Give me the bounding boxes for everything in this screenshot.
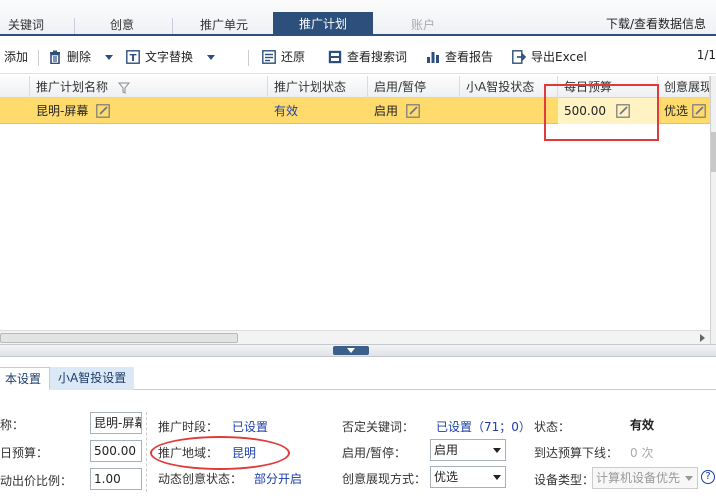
horizontal-scrollbar[interactable] [0,330,710,344]
column-divider [146,412,147,492]
header-checkbox-column [0,76,30,98]
edit-icon[interactable] [96,104,111,118]
tab-smart-settings[interactable]: 小A智投设置 [50,367,135,390]
campaign-name: 昆明-屏幕 [36,104,89,118]
budget-field[interactable]: 500.00 [90,440,142,462]
export-excel-button[interactable]: 导出Excel [512,48,587,66]
tab-divider [74,18,75,34]
device-type-selected: 计算机设备优先 [596,471,681,485]
svg-text:T: T [130,53,137,64]
header-creative-display[interactable]: 创意展现 [658,76,710,98]
settings-form: 称： 昆明-屏幕 日预算： 500.00 动出价比例： 1.00 推广时段： 已… [0,392,716,498]
toolbar-divider [38,50,39,66]
negative-keywords-label: 否定关键词： [342,420,415,434]
status-label: 状态： [534,420,571,434]
tab-divider [172,18,173,34]
restore-button[interactable]: 还原 [262,48,305,66]
scroll-right-icon[interactable] [697,333,707,343]
chevron-down-icon[interactable] [105,54,114,60]
negative-keywords-link[interactable]: 已设置（71；0） [436,418,531,435]
help-icon[interactable]: ? [701,470,715,484]
edit-icon[interactable] [692,104,706,118]
add-button[interactable]: 添加 [4,48,28,66]
search-terms-icon [328,50,342,64]
header-campaign-name-label: 推广计划名称 [36,80,109,94]
restore-label: 还原 [281,50,306,64]
highlight-rectangle [544,84,659,141]
tab-creatives[interactable]: 创意 [86,14,158,36]
replace-text-label: 文字替换 [145,50,194,64]
creative-display-select[interactable]: 优选 [430,466,506,488]
cell-campaign-name[interactable]: 昆明-屏幕 [30,98,268,124]
creative-display-selected: 优选 [434,470,459,484]
add-label: 添加 [4,50,29,64]
view-report-label: 查看报告 [445,50,494,64]
top-tab-bar: 关键词 创意 推广单元 推广计划 账户 下载/查看数据信息 [0,0,716,36]
enable-pause-value: 启用 [374,104,399,118]
bid-ratio-label: 动出价比例： [0,474,73,488]
bar-chart-icon [427,52,439,63]
tab-basic-settings[interactable]: 本设置 [0,367,51,390]
pager: 1/1 [696,48,716,62]
replace-text-button[interactable]: T 文字替换 [126,48,216,66]
export-excel-label: 导出Excel [531,50,587,64]
chevron-down-icon [493,475,501,480]
enable-pause-selected: 启用 [434,443,459,457]
schedule-link[interactable]: 已设置 [232,418,268,435]
cell-enable-pause[interactable]: 启用 [368,98,460,124]
name-field[interactable]: 昆明-屏幕 [90,412,142,434]
panel-splitter[interactable] [0,344,716,357]
budget-label: 日预算： [0,446,49,460]
budget-offline-value: 0 次 [630,446,654,460]
dynamic-creative-label: 动态创意状态： [158,472,243,486]
scroll-thumb[interactable] [0,333,238,343]
toolbar-divider [248,50,249,66]
delete-button[interactable]: 删除 [48,48,114,66]
search-terms-button[interactable]: 查看搜索词 [328,48,407,66]
tab-ad-groups[interactable]: 推广单元 [184,14,264,36]
header-enable-pause[interactable]: 启用/暂停 [368,76,460,98]
name-label: 称： [0,418,25,432]
status-value: 有效 [630,418,655,432]
header-campaign-name[interactable]: 推广计划名称 [30,76,268,98]
chevron-down-icon [493,448,501,453]
creative-display-value: 优选 [664,104,689,118]
trash-icon [50,50,60,64]
chevron-down-icon[interactable] [207,54,216,60]
view-report-button[interactable]: 查看报告 [426,48,493,66]
creative-display-label: 创意展现方式： [342,472,427,486]
tab-account[interactable]: 账户 [388,14,458,36]
export-icon [512,50,526,64]
enable-pause-select[interactable]: 启用 [430,439,506,461]
cell-creative-display[interactable]: 优选 [658,98,712,124]
device-type-select[interactable]: 计算机设备优先 [592,467,698,489]
device-type-label: 设备类型： [534,473,595,487]
scroll-thumb[interactable] [711,132,716,172]
enable-pause-label: 启用/暂停： [342,446,407,460]
budget-offline-label: 到达预算下线： [534,446,619,460]
delete-label: 删除 [67,50,92,64]
toolbar: 添加 删除 T 文字替换 还原 查看搜索词 查看报告 导出Excel 1/1 [0,38,716,74]
tab-keywords[interactable]: 关键词 [0,14,52,36]
dynamic-creative-link[interactable]: 部分开启 [254,470,302,487]
edit-icon[interactable] [406,104,420,118]
filter-icon[interactable] [117,82,130,94]
highlight-ellipse [150,436,290,470]
vertical-scrollbar[interactable] [710,76,716,344]
schedule-label: 推广时段： [158,420,219,434]
cell-campaign-status: 有效 [274,104,299,118]
settings-tab-bar: 本设置 小A智投设置 [0,364,716,390]
restore-icon [262,50,276,64]
bid-ratio-field[interactable]: 1.00 [90,468,142,490]
chevron-down-icon [685,476,693,481]
tab-campaigns[interactable]: 推广计划 [273,12,373,36]
header-campaign-status[interactable]: 推广计划状态 [268,76,368,98]
text-replace-icon: T [126,50,140,64]
download-data-link[interactable]: 下载/查看数据信息 [606,15,706,32]
collapse-panel-button[interactable] [333,346,369,355]
search-terms-label: 查看搜索词 [347,50,408,64]
